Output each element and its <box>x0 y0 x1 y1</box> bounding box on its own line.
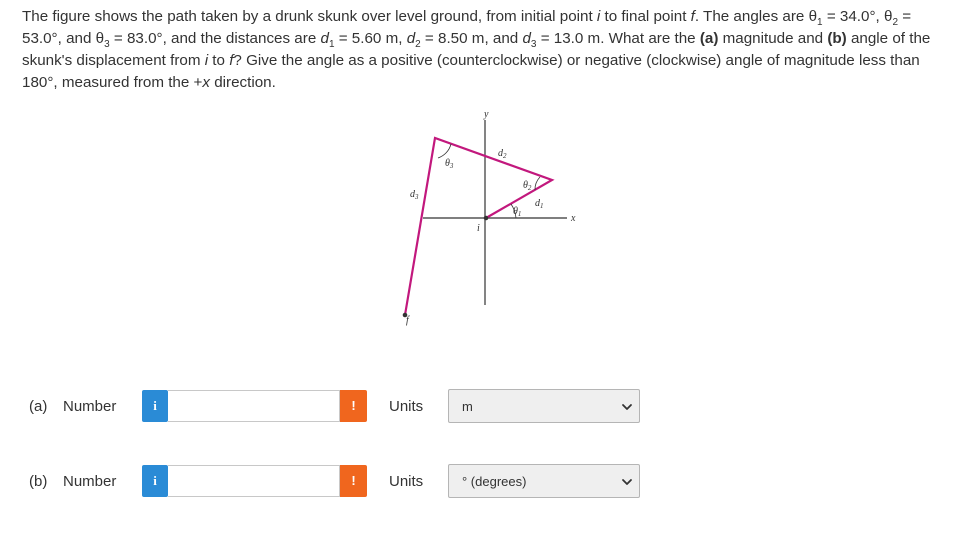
question-magnitude: magnitude and <box>718 30 828 47</box>
question-part-a: (a) <box>699 30 719 47</box>
theta2-label: θ2 <box>523 180 532 192</box>
units-value-b: ° (degrees) <box>462 474 527 489</box>
units-value-a: m <box>462 399 473 414</box>
d2-value: = 8.50 m, and <box>420 30 523 47</box>
question-intro: The figure shows the path taken by a dru… <box>22 8 597 25</box>
d1-value: = 5.60 m, <box>334 30 407 47</box>
question-direction: direction. <box>210 74 276 91</box>
number-label-b: Number <box>63 473 117 490</box>
units-select-b[interactable]: ° (degrees) <box>448 464 640 498</box>
question-text: The figure shows the path taken by a dru… <box>22 6 947 94</box>
info-icon[interactable]: i <box>142 390 168 422</box>
theta3-arc <box>437 143 452 159</box>
number-input-a[interactable] <box>168 390 340 422</box>
d3-label: d3 <box>410 189 419 201</box>
part-b-label: (b) <box>29 473 48 490</box>
question-to: to <box>208 52 230 69</box>
answer-row-b: (b) Number i ! Units ° (degrees) <box>0 464 963 500</box>
d1-symbol: d <box>320 30 329 47</box>
initial-point-label: i <box>477 223 480 234</box>
question-part-b: (b) <box>827 30 847 47</box>
theta1-label: θ1 <box>513 206 521 218</box>
y-axis-label: y <box>483 109 489 120</box>
d2-symbol: d <box>406 30 416 47</box>
question-to-final: to final point <box>600 8 691 25</box>
units-label-b: Units <box>389 473 424 490</box>
answer-row-a: (a) Number i ! Units m <box>0 389 963 425</box>
theta3-symbol: θ <box>95 30 105 47</box>
part-a-label: (a) <box>29 398 48 415</box>
number-label-a: Number <box>63 398 117 415</box>
units-select-a[interactable]: m <box>448 389 640 423</box>
theta3-label: θ3 <box>445 158 454 170</box>
chevron-down-icon <box>622 404 632 410</box>
warning-icon[interactable]: ! <box>340 390 367 422</box>
info-icon[interactable]: i <box>142 465 168 497</box>
warning-icon[interactable]: ! <box>340 465 367 497</box>
x-direction: x <box>202 74 210 91</box>
figure-svg: y x i f θ1 θ2 θ3 d1 d2 d3 <box>402 109 576 326</box>
initial-point-dot <box>483 215 489 221</box>
theta1-value: = 34.0°, <box>822 8 880 25</box>
theta1-symbol: θ <box>808 8 818 25</box>
d2-label: d2 <box>498 148 507 160</box>
skunk-path-figure: y x i f θ1 θ2 θ3 d1 d2 d3 <box>385 105 595 330</box>
chevron-down-icon <box>622 479 632 485</box>
units-label-a: Units <box>389 398 424 415</box>
theta3-value: = 83.0°, and the distances are <box>109 30 321 47</box>
final-point-label: f <box>406 315 410 326</box>
d3-value: = 13.0 m. What are the <box>536 30 700 47</box>
d1-label: d1 <box>535 198 544 210</box>
number-input-b[interactable] <box>168 465 340 497</box>
question-angles: . The angles are <box>694 8 809 25</box>
x-axis-label: x <box>570 213 576 224</box>
d3-symbol: d <box>522 30 531 47</box>
